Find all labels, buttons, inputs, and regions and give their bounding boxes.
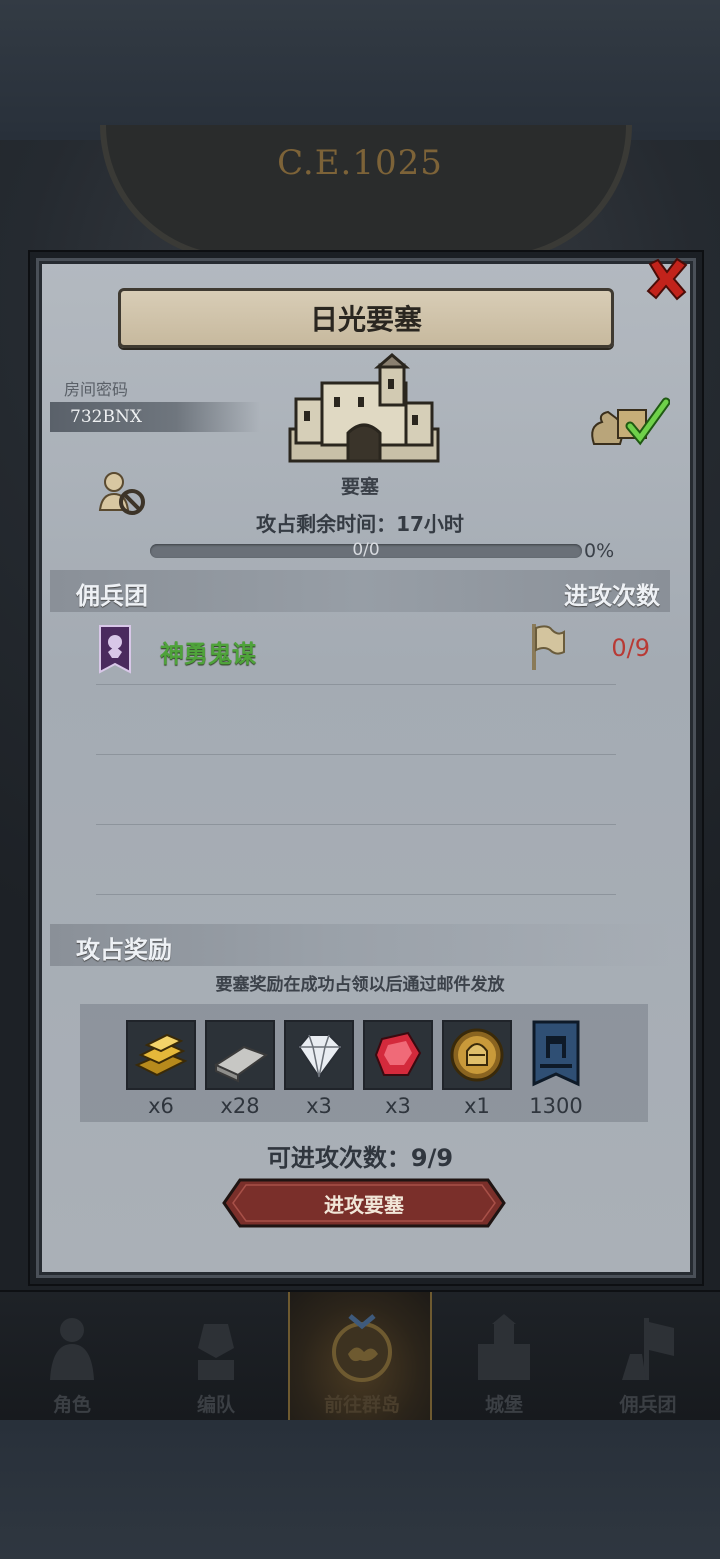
row-divider: [96, 894, 616, 895]
reward-quantity: 1300: [529, 1094, 583, 1118]
capture-progress-bar: 0/0: [150, 540, 582, 560]
room-password-code: 732BNX: [50, 402, 260, 432]
close-button[interactable]: [642, 254, 692, 304]
capture-time-remaining: 攻占剩余时间：17小时: [256, 512, 464, 536]
reward-item[interactable]: x1: [442, 1020, 512, 1118]
knight-medal-icon: [450, 1028, 504, 1082]
reward-item[interactable]: x3: [363, 1020, 433, 1118]
silver-bar-icon: [213, 1045, 269, 1083]
row-divider: [96, 824, 616, 825]
nav-character[interactable]: 角色: [0, 1292, 144, 1420]
reward-item[interactable]: 1300: [521, 1020, 591, 1118]
reward-header-label: 攻占奖励: [76, 936, 172, 964]
nav-label: 角色: [52, 1394, 91, 1416]
reward-header: 攻占奖励: [50, 924, 670, 966]
character-icon: [50, 1318, 94, 1380]
row-divider: [96, 754, 616, 755]
nav-label: 城堡: [484, 1394, 523, 1416]
row-divider: [96, 684, 616, 685]
nav-formation[interactable]: 编队: [144, 1292, 288, 1420]
attack-count-header: 进攻次数: [564, 582, 660, 610]
reward-list: x6 x28 x3 x3 x1 1300: [80, 1004, 648, 1122]
nav-mercenary[interactable]: 佣兵团: [576, 1292, 720, 1420]
attack-fortress-button[interactable]: 进攻要塞: [222, 1178, 506, 1228]
supplies-check-icon[interactable]: [586, 396, 670, 448]
guild-attack-count: 0/9: [611, 634, 650, 662]
reward-quantity: x28: [220, 1094, 260, 1118]
guild-banner-icon: [532, 1020, 580, 1087]
nav-islands[interactable]: 前往群岛: [288, 1292, 432, 1420]
guild-name: 神勇鬼谋: [160, 640, 256, 668]
fortress-castle-icon: [288, 353, 440, 463]
era-label: C.E.1025: [277, 143, 443, 183]
reward-quantity: x6: [148, 1094, 174, 1118]
ruby-icon: [374, 1031, 422, 1076]
reward-quantity: x3: [385, 1094, 411, 1118]
attacks-available: 可进攻次数：9/9: [266, 1144, 454, 1172]
nav-castle[interactable]: 城堡: [432, 1292, 576, 1420]
castle-icon: [478, 1314, 530, 1380]
attack-fortress-label: 进攻要塞: [324, 1192, 404, 1217]
formation-icon: [198, 1324, 234, 1380]
top-background: [0, 0, 720, 140]
fortress-type-label: 要塞: [340, 476, 379, 498]
mercenary-icon: [622, 1318, 674, 1380]
dialog-title: 日光要塞: [118, 288, 614, 348]
reward-item[interactable]: x6: [126, 1020, 196, 1118]
bottom-navigation: 角色 编队 前往群岛 城堡 佣兵团: [0, 1290, 720, 1420]
mercenary-header-label: 佣兵团: [76, 582, 148, 610]
mercenary-row[interactable]: 神勇鬼谋 0/9: [50, 618, 670, 684]
nav-label: 前往群岛: [323, 1394, 400, 1416]
capture-progress-count: 0/0: [352, 540, 380, 560]
islands-icon: [332, 1314, 392, 1382]
capture-progress-percent: 0%: [584, 540, 615, 562]
bottom-background: [0, 1420, 720, 1559]
nav-label: 编队: [196, 1394, 235, 1416]
fortress-dialog: 日光要塞 房间密码 732BNX 要塞 攻占剩余时间：17小时 0/0 0% 佣…: [30, 252, 702, 1284]
gold-bar-icon: [134, 1033, 188, 1077]
room-password-label: 房间密码: [64, 380, 129, 399]
attack-flag-icon: [532, 624, 565, 670]
reward-item[interactable]: x3: [284, 1020, 354, 1118]
reward-quantity: x3: [306, 1094, 332, 1118]
diamond-icon: [297, 1034, 343, 1079]
reward-item[interactable]: x28: [205, 1020, 275, 1118]
guild-banner-icon: [99, 625, 131, 674]
mercenary-header: 佣兵团 进攻次数: [50, 570, 670, 612]
close-x-icon: [646, 257, 688, 301]
reward-quantity: x1: [464, 1094, 490, 1118]
reward-mail-note: 要塞奖励在成功占领以后通过邮件发放: [215, 975, 505, 995]
nav-label: 佣兵团: [619, 1394, 677, 1416]
